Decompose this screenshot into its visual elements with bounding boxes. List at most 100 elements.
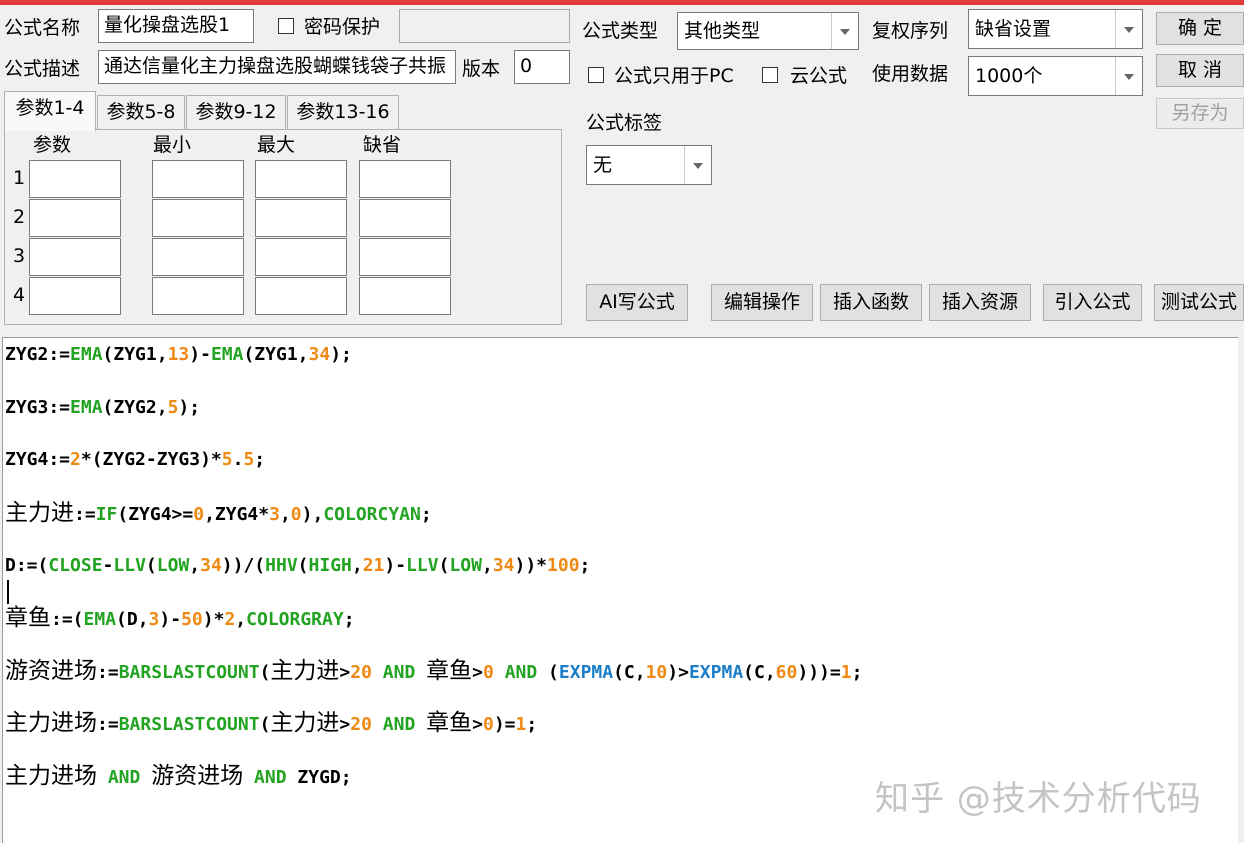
pc-only-checkbox[interactable] bbox=[588, 67, 604, 83]
param-min-input[interactable] bbox=[152, 238, 244, 276]
ok-button[interactable]: 确 定 bbox=[1156, 12, 1244, 45]
code-editor[interactable]: ZYG2:=EMA(ZYG1,13)-EMA(ZYG1,34); ZYG3:=EM… bbox=[2, 337, 1238, 843]
code-token: (C, bbox=[613, 662, 646, 683]
param-max-input[interactable] bbox=[255, 160, 347, 198]
cancel-button[interactable]: 取 消 bbox=[1156, 54, 1244, 87]
code-token: (ZYG2, bbox=[102, 397, 168, 418]
code-token: ( bbox=[537, 662, 559, 683]
code-token: 0 bbox=[483, 714, 494, 735]
insert-resource-button[interactable]: 插入资源 bbox=[929, 284, 1031, 321]
code-line[interactable]: ZYG4:=2*(ZYG2-ZYG3)*5.5; bbox=[5, 444, 265, 476]
code-token: , bbox=[235, 609, 247, 630]
param-min-input[interactable] bbox=[152, 277, 244, 315]
version-input[interactable]: 0 bbox=[514, 50, 570, 84]
param-min-input[interactable] bbox=[152, 160, 244, 198]
text-caret bbox=[7, 580, 9, 604]
formula-desc-input[interactable]: 通达信量化主力操盘选股蝴蝶钱袋子共振 bbox=[98, 50, 456, 84]
param-default-input[interactable] bbox=[359, 199, 451, 237]
code-token: AND bbox=[254, 767, 287, 788]
code-token: LOW bbox=[156, 555, 190, 576]
param-header-default: 缺省 bbox=[363, 134, 402, 156]
chevron-down-icon[interactable] bbox=[831, 13, 858, 49]
code-token: ( bbox=[438, 555, 450, 576]
code-token: , bbox=[351, 555, 363, 576]
test-formula-button[interactable]: 测试公式 bbox=[1154, 284, 1244, 321]
code-token: 0 bbox=[290, 504, 302, 525]
param-default-input[interactable] bbox=[359, 238, 451, 276]
code-token: 20 bbox=[350, 714, 372, 735]
formula-name-input[interactable]: 量化操盘选股1 bbox=[98, 9, 254, 43]
code-token: 主力进场 bbox=[5, 763, 97, 789]
code-token: ZYG2:= bbox=[5, 344, 71, 365]
code-token: ( bbox=[145, 555, 157, 576]
code-line[interactable]: 主力进场:=BARSLASTCOUNT(主力进>20 AND 章鱼>0)=1; bbox=[5, 707, 537, 741]
code-token: ))* bbox=[514, 555, 548, 576]
code-token: 3 bbox=[269, 504, 280, 525]
code-token: 20 bbox=[350, 662, 372, 683]
chevron-down-icon[interactable] bbox=[684, 146, 711, 184]
cloud-checkbox[interactable] bbox=[762, 67, 778, 83]
code-token: 章鱼 bbox=[5, 605, 51, 631]
code-token: EXPMA bbox=[688, 662, 744, 683]
param-max-input[interactable] bbox=[255, 277, 347, 315]
formula-type-label: 公式类型 bbox=[582, 20, 659, 42]
param-max-input[interactable] bbox=[255, 199, 347, 237]
code-line[interactable]: ZYG3:=EMA(ZYG2,5); bbox=[5, 392, 200, 424]
code-token: := bbox=[97, 662, 119, 683]
code-token: 主力进 bbox=[270, 658, 340, 684]
restore-select[interactable]: 缺省设置 bbox=[968, 9, 1143, 49]
code-line[interactable]: 主力进场 AND 游资进场 AND ZYGD; bbox=[5, 760, 352, 794]
chevron-down-icon[interactable] bbox=[1115, 10, 1142, 48]
tab-params-13-16[interactable]: 参数13-16 bbox=[287, 95, 399, 129]
code-token: EMA bbox=[210, 344, 244, 365]
code-token: ,ZYG4* bbox=[204, 504, 270, 525]
code-token: 主力进 bbox=[270, 710, 340, 736]
param-default-input[interactable] bbox=[359, 277, 451, 315]
save-as-button[interactable]: 另存为 bbox=[1156, 98, 1244, 129]
param-name-input[interactable] bbox=[29, 238, 121, 276]
import-formula-button[interactable]: 引入公式 bbox=[1043, 284, 1142, 321]
param-min-input[interactable] bbox=[152, 199, 244, 237]
formula-tag-select[interactable]: 无 bbox=[586, 145, 712, 185]
code-token: ; bbox=[343, 609, 355, 630]
code-token: HHV bbox=[265, 555, 298, 576]
code-token: IF bbox=[95, 504, 118, 525]
insert-function-button[interactable]: 插入函数 bbox=[820, 284, 922, 321]
code-token: AND bbox=[382, 662, 416, 683]
code-line[interactable]: 主力进:=IF(ZYG4>=0,ZYG4*3,0),COLORCYAN; bbox=[5, 497, 432, 531]
code-token: COLORCYAN bbox=[323, 504, 421, 525]
code-line[interactable]: D:=(CLOSE-LLV(LOW,34))/(HHV(HIGH,21)-LLV… bbox=[5, 550, 590, 582]
formula-type-select[interactable]: 其他类型 bbox=[677, 12, 859, 50]
chevron-down-icon[interactable] bbox=[1115, 57, 1142, 95]
formula-tag-value: 无 bbox=[593, 154, 613, 176]
password-input bbox=[399, 9, 570, 43]
code-token: (D, bbox=[116, 609, 149, 630]
data-count-select[interactable]: 1000个 bbox=[968, 56, 1143, 96]
tab-params-1-4[interactable]: 参数1-4 bbox=[4, 91, 96, 131]
param-name-input[interactable] bbox=[29, 199, 121, 237]
password-checkbox[interactable] bbox=[278, 18, 294, 34]
param-max-input[interactable] bbox=[255, 238, 347, 276]
tab-params-5-8[interactable]: 参数5-8 bbox=[97, 95, 185, 129]
version-label: 版本 bbox=[462, 58, 501, 80]
code-token: ; bbox=[579, 555, 591, 576]
code-token: 0 bbox=[193, 504, 205, 525]
code-token: 5 bbox=[243, 449, 255, 470]
param-name-input[interactable] bbox=[29, 277, 121, 315]
code-token: EMA bbox=[70, 344, 103, 365]
edit-operation-button[interactable]: 编辑操作 bbox=[711, 284, 813, 321]
param-name-input[interactable] bbox=[29, 160, 121, 198]
code-line[interactable]: 章鱼:=(EMA(D,3)-50)*2,COLORGRAY; bbox=[5, 602, 355, 636]
tab-params-9-12[interactable]: 参数9-12 bbox=[186, 95, 286, 129]
ai-write-button[interactable]: AI写公式 bbox=[586, 284, 688, 321]
code-line[interactable]: ZYG2:=EMA(ZYG1,13)-EMA(ZYG1,34); bbox=[5, 339, 352, 371]
code-token: > bbox=[339, 662, 351, 683]
code-token: EXPMA bbox=[558, 662, 614, 683]
param-default-input[interactable] bbox=[359, 160, 451, 198]
code-token: 100 bbox=[547, 555, 580, 576]
code-token: COLORGRAY bbox=[246, 609, 344, 630]
code-token: (ZYG4>= bbox=[117, 504, 194, 525]
code-line[interactable]: 游资进场:=BARSLASTCOUNT(主力进>20 AND 章鱼>0 AND … bbox=[5, 655, 862, 689]
